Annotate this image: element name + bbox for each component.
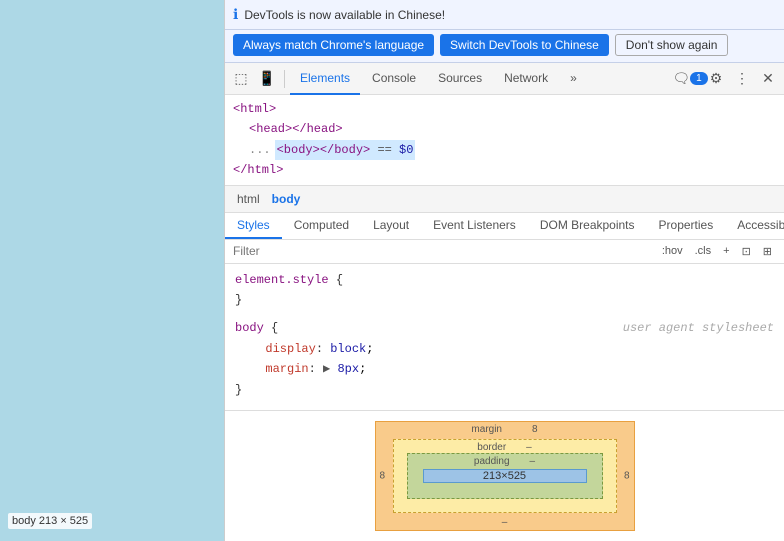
subtab-properties[interactable]: Properties	[647, 213, 726, 239]
element-style-rule: element.style { }	[235, 270, 774, 311]
subtab-dom-breakpoints[interactable]: DOM Breakpoints	[528, 213, 647, 239]
html-close-tag: </html>	[233, 163, 283, 177]
box-model-section: margin 8 8 8 – border –	[225, 410, 784, 541]
tab-console[interactable]: Console	[362, 63, 426, 95]
margin-bottom-value: –	[502, 517, 508, 528]
body-style-rule: body { user agent stylesheet display: bl…	[235, 318, 774, 400]
breadcrumb: html body	[225, 186, 784, 213]
subtab-accessibility[interactable]: Accessibility	[725, 213, 784, 239]
dont-show-again-button[interactable]: Don't show again	[615, 34, 729, 56]
match-language-button[interactable]: Always match Chrome's language	[233, 34, 434, 56]
add-style-rule-button[interactable]: +	[719, 243, 733, 259]
margin-property[interactable]: margin	[265, 362, 308, 376]
more-options-icon[interactable]: ⋮	[730, 67, 754, 91]
info-icon: ℹ	[233, 6, 238, 23]
switch-devtools-button[interactable]: Switch DevTools to Chinese	[440, 34, 609, 56]
main-toolbar: ⬚ 📱 Elements Console Sources Network » 🗨…	[225, 63, 784, 95]
feedback-icon[interactable]: 🗨 1	[678, 67, 702, 91]
margin-top-value: 8	[532, 424, 538, 435]
settings-icon[interactable]: ⚙	[704, 67, 728, 91]
css-styles-panel: element.style { } body { user agent styl…	[225, 264, 784, 410]
breadcrumb-html[interactable]: html	[233, 190, 264, 208]
cursor-tool-icon[interactable]: ⬚	[229, 67, 253, 91]
dom-tree: <html> <head></head> ... <body></body> =…	[225, 95, 784, 186]
margin-arrow[interactable]: ▶	[323, 362, 330, 376]
body-selector: body	[235, 321, 271, 335]
subtab-event-listeners[interactable]: Event Listeners	[421, 213, 528, 239]
head-tag: <head></head>	[249, 122, 343, 136]
filter-input[interactable]	[233, 244, 652, 258]
info-message: DevTools is now available in Chinese!	[244, 8, 776, 22]
border-label: border	[477, 442, 506, 453]
filter-actions: :hov .cls + ⊡ ⊞	[658, 243, 776, 260]
action-buttons-bar: Always match Chrome's language Switch De…	[225, 30, 784, 63]
border-value: –	[526, 442, 532, 453]
margin-right-value: 8	[624, 471, 630, 482]
body-tag-highlighted: <body></body> == $0	[275, 140, 416, 160]
content-box: 213×525	[423, 469, 587, 483]
dom-html-tag[interactable]: <html>	[233, 99, 776, 119]
tab-network[interactable]: Network	[494, 63, 558, 95]
sub-tabs-bar: Styles Computed Layout Event Listeners D…	[225, 213, 784, 240]
breadcrumb-body[interactable]: body	[268, 190, 305, 208]
hov-button[interactable]: :hov	[658, 243, 687, 259]
subtab-computed[interactable]: Computed	[282, 213, 361, 239]
toggle-sidebar-button[interactable]: ⊡	[738, 243, 755, 260]
dom-body-tag[interactable]: ... <body></body> == $0	[233, 140, 776, 160]
devtools-panel: ℹ DevTools is now available in Chinese! …	[225, 0, 784, 541]
device-toggle-icon[interactable]: 📱	[255, 67, 279, 91]
body-size-label: body 213 × 525	[8, 513, 92, 529]
close-icon[interactable]: ✕	[756, 67, 780, 91]
margin-left-value: 8	[380, 471, 386, 482]
cls-button[interactable]: .cls	[691, 243, 716, 259]
display-value[interactable]: block	[330, 342, 366, 356]
toolbar-right-actions: 🗨 1 ⚙ ⋮ ✕	[678, 67, 780, 91]
user-agent-comment: user agent stylesheet	[623, 318, 774, 338]
dots: ...	[249, 140, 271, 160]
padding-value: –	[530, 456, 536, 467]
html-open-tag: <html>	[233, 102, 276, 116]
tab-more[interactable]: »	[560, 63, 587, 95]
display-property[interactable]: display	[265, 342, 315, 356]
toolbar-separator	[284, 70, 285, 88]
filter-bar: :hov .cls + ⊡ ⊞	[225, 240, 784, 264]
element-style-selector: element.style	[235, 273, 336, 287]
subtab-styles[interactable]: Styles	[225, 213, 282, 239]
dom-html-close-tag[interactable]: </html>	[233, 160, 776, 180]
box-model-diagram: margin 8 8 8 – border –	[375, 421, 635, 531]
info-bar: ℹ DevTools is now available in Chinese!	[225, 0, 784, 30]
expand-button[interactable]: ⊞	[759, 243, 776, 260]
feedback-badge: 🗨	[672, 70, 690, 87]
subtab-layout[interactable]: Layout	[361, 213, 421, 239]
tab-elements[interactable]: Elements	[290, 63, 360, 95]
tab-sources[interactable]: Sources	[428, 63, 492, 95]
webpage-preview: body 213 × 525	[0, 0, 225, 541]
margin-label: margin	[471, 424, 502, 435]
padding-label: padding	[474, 456, 510, 467]
dom-head-tag[interactable]: <head></head>	[233, 119, 776, 139]
margin-value[interactable]: 8px	[337, 362, 359, 376]
content-size: 213×525	[483, 470, 526, 482]
